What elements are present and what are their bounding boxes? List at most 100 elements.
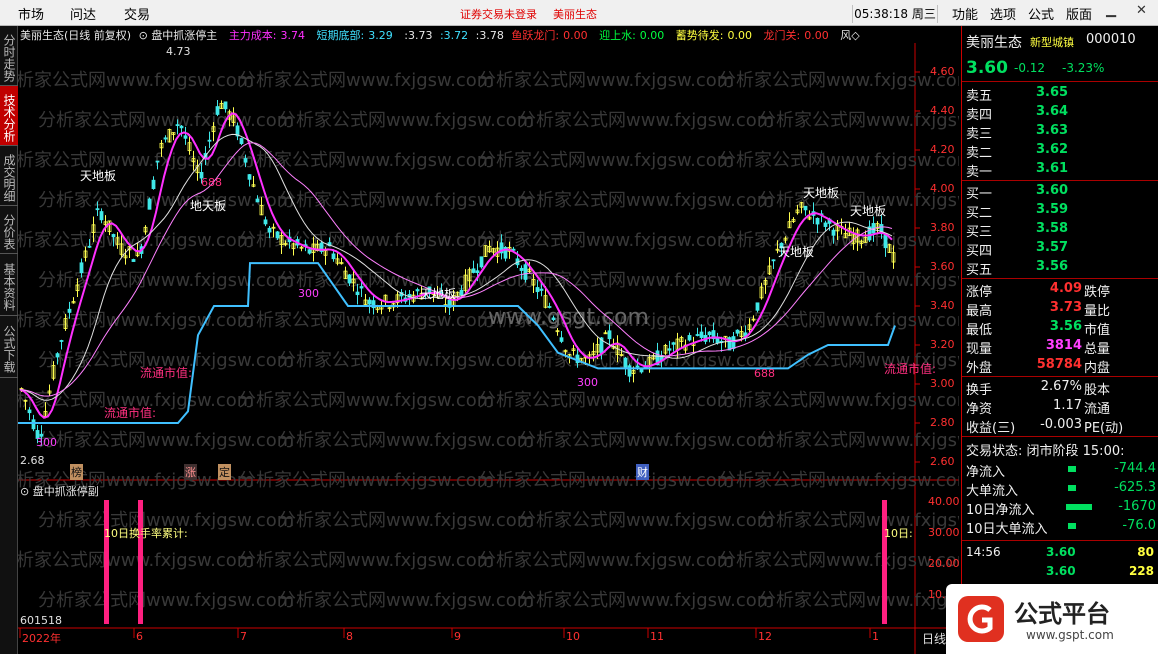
svg-text:分析家公式网www.fxjgsw.com: 分析家公式网www.fxjgsw.com: [518, 270, 774, 291]
stat-row: 净资 1.17 流通: [962, 397, 1158, 417]
sell-row[interactable]: 卖一 3.61: [962, 160, 1158, 180]
buy-row[interactable]: 买一 3.60: [962, 182, 1158, 202]
last-price: 3.60: [966, 58, 1008, 78]
svg-text:分析家公式网www.fxjgsw.com: 分析家公式网www.fxjgsw.com: [478, 550, 734, 571]
candle-body: [559, 337, 564, 342]
marker-bang[interactable]: 榜: [70, 464, 83, 480]
tab-basic-info[interactable]: 基本资料: [0, 254, 18, 316]
tick-price: 3.60: [1046, 564, 1076, 578]
candle-body: [27, 409, 32, 414]
buy-row[interactable]: 买二 3.59: [962, 201, 1158, 221]
stat-label-right: 股本: [1084, 383, 1111, 398]
sell-row[interactable]: 卖二 3.62: [962, 141, 1158, 161]
period-label[interactable]: 日线: [922, 630, 946, 647]
sell-label: 卖二: [966, 146, 993, 161]
stock-notice[interactable]: 美丽生态: [553, 6, 597, 22]
marker-cai[interactable]: 财: [636, 464, 649, 480]
svg-text:分析家公式网www.fxjgsw.com: 分析家公式网www.fxjgsw.com: [478, 230, 734, 251]
stock-name: 美丽生态: [966, 35, 1022, 51]
candle-body: [523, 264, 528, 280]
stat-label: 净资: [966, 402, 993, 417]
sell-row[interactable]: 卖五 3.65: [962, 84, 1158, 104]
svg-text:分析家公式网www.fxjgsw.com: 分析家公式网www.fxjgsw.com: [278, 190, 534, 211]
svg-text:分析家公式网www.fxjgsw.com: 分析家公式网www.fxjgsw.com: [518, 510, 774, 531]
svg-text:分析家公式网www.fxjgsw.com: 分析家公式网www.fxjgsw.com: [238, 310, 494, 331]
gspt-logo: 公式平台 www.gspt.com: [946, 584, 1158, 654]
flow-label: 10日大单流入: [966, 522, 1048, 537]
quote-panel: 美丽生态 新型城镇 000010 3.60 -0.12 -3.23% 卖五 3.6…: [961, 26, 1158, 654]
tab-deals[interactable]: 成交明细: [0, 146, 18, 206]
buy-label: 买五: [966, 263, 993, 278]
svg-text:分析家公式网www.fxjgsw.com: 分析家公式网www.fxjgsw.com: [478, 150, 734, 171]
buy-row[interactable]: 买四 3.57: [962, 239, 1158, 259]
svg-text:分析家公式网www.fxjgsw.com: 分析家公式网www.fxjgsw.com: [758, 430, 959, 451]
sell-label: 卖三: [966, 127, 993, 142]
divider: [962, 540, 1158, 541]
login-notice[interactable]: 证券交易未登录: [460, 6, 537, 22]
flow-row: 净流入 -744.4: [962, 460, 1158, 480]
candle-body: [223, 101, 228, 110]
svg-text:分析家公式网www.fxjgsw.com: 分析家公式网www.fxjgsw.com: [518, 590, 774, 611]
buy-price: 3.58: [1036, 221, 1069, 236]
svg-text:分析家公式网www.fxjgsw.com: 分析家公式网www.fxjgsw.com: [278, 590, 534, 611]
turnover-bar: [104, 500, 109, 624]
svg-text:分析家公式网www.fxjgsw.com: 分析家公式网www.fxjgsw.com: [478, 70, 734, 91]
candle-body: [267, 227, 272, 233]
stat-row: 换手 2.67% 股本: [962, 378, 1158, 398]
sub-tick: 40.00: [928, 495, 960, 508]
marker-ding[interactable]: 定: [218, 464, 231, 480]
menu-market[interactable]: 市场: [18, 4, 44, 23]
candle-body: [147, 198, 152, 210]
menu-trade[interactable]: 交易: [124, 4, 150, 23]
tick-volume: 228: [1128, 564, 1154, 578]
svg-text:分析家公式网www.fxjgsw.com: 分析家公式网www.fxjgsw.com: [518, 110, 774, 131]
menu-options[interactable]: 选项: [990, 4, 1016, 23]
candle-body: [815, 217, 820, 225]
sell-row[interactable]: 卖三 3.63: [962, 122, 1158, 142]
chart-area[interactable]: 美丽生态(日线 前复权) ⊙ 盘中抓涨停主 主力成本: 3.74 短期底部: 3.2…: [18, 26, 960, 654]
stat-label-right: 总量: [1084, 342, 1111, 357]
stat-label: 最高: [966, 304, 993, 319]
flow-label: 大单流入: [966, 484, 1019, 499]
menu-layout[interactable]: 版面: [1066, 4, 1092, 23]
stat-value: 58784: [1036, 357, 1082, 372]
stat-row: 现量 3814 总量: [962, 337, 1158, 357]
sub-label-1: 10日换手率累计:: [104, 527, 188, 540]
menu-function[interactable]: 功能: [952, 4, 978, 23]
tab-price-table[interactable]: 分价表: [0, 206, 18, 254]
svg-text:分析家公式网www.fxjgsw.com: 分析家公式网www.fxjgsw.com: [38, 430, 294, 451]
marker-zhang[interactable]: 涨: [184, 464, 197, 480]
stat-value: 3814: [1045, 338, 1082, 353]
candle-body: [207, 139, 212, 142]
candle-body: [471, 268, 476, 273]
stat-label-right: 流通: [1084, 402, 1111, 417]
kline-chart[interactable]: 分析家公式网www.fxjgsw.com分析家公式网www.fxjgsw.com…: [18, 26, 959, 654]
candle-body: [59, 340, 64, 342]
tick-volume: 80: [1137, 545, 1154, 559]
sector-tag[interactable]: 新型城镇: [1030, 34, 1074, 50]
candle-body: [95, 208, 100, 211]
menu-formula[interactable]: 公式: [1028, 4, 1054, 23]
sub-chart-header[interactable]: ⊙ 盘中抓涨停副: [20, 483, 99, 499]
tab-timeshare[interactable]: 分时走势: [0, 26, 18, 86]
stat-label: 换手: [966, 383, 993, 398]
close-icon[interactable]: ✕: [1136, 3, 1147, 18]
trade-status: 交易状态: 闭市阶段 15:00:: [966, 444, 1125, 459]
minimize-icon[interactable]: ▁: [1106, 3, 1116, 18]
stat-value: 1.17: [1053, 398, 1082, 413]
price-tick: 4.60: [930, 65, 955, 78]
mark-300-3: 300: [577, 376, 598, 389]
sell-row[interactable]: 卖四 3.64: [962, 103, 1158, 123]
buy-row[interactable]: 买五 3.56: [962, 258, 1158, 278]
tab-formula-download[interactable]: 公式下载: [0, 316, 18, 378]
sub-tick: 30.00: [928, 526, 960, 539]
tab-technical[interactable]: 技术分析: [0, 86, 18, 146]
price-tick: 4.40: [930, 104, 955, 117]
svg-text:分析家公式网www.fxjgsw.com: 分析家公式网www.fxjgsw.com: [718, 230, 959, 251]
buy-row[interactable]: 买三 3.58: [962, 220, 1158, 240]
flow-bar: [1068, 466, 1076, 472]
tick-row: 3.60 228: [962, 563, 1158, 582]
svg-text:分析家公式网www.fxjgsw.com: 分析家公式网www.fxjgsw.com: [18, 150, 254, 171]
candle-body: [347, 274, 352, 284]
menu-ask[interactable]: 问达: [70, 4, 96, 23]
